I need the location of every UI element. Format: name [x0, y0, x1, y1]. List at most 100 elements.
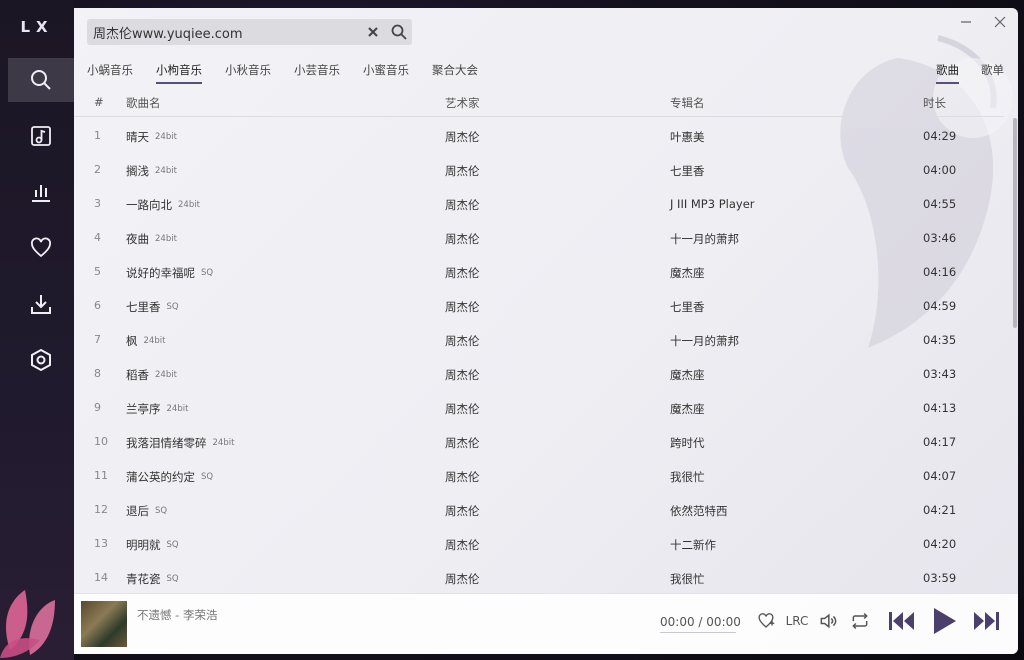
row-album[interactable]: 魔杰座 [670, 401, 705, 417]
row-artist[interactable]: 周杰伦 [445, 129, 480, 145]
search-icon [31, 70, 51, 90]
song-title: 青花瓷 [126, 572, 161, 586]
row-num: 14 [94, 571, 108, 584]
table-row[interactable]: 14 青花瓷 SQ 周杰伦 我很忙 03:59 [74, 560, 1004, 594]
music-list-icon [31, 126, 51, 146]
row-album[interactable]: 七里香 [670, 163, 705, 179]
row-num: 9 [94, 401, 101, 414]
row-artist[interactable]: 周杰伦 [445, 299, 480, 315]
header-album[interactable]: 专辑名 [670, 95, 705, 111]
row-album[interactable]: 跨时代 [670, 435, 705, 451]
skip-previous-icon [889, 612, 914, 630]
progress-bar[interactable] [660, 632, 736, 633]
header-num: # [94, 95, 104, 109]
row-duration: 03:59 [923, 571, 957, 585]
row-artist[interactable]: 周杰伦 [445, 197, 480, 213]
table-row[interactable]: 4 夜曲 24bit 周杰伦 十一月的萧邦 03:46 [74, 220, 1004, 254]
tab-songs[interactable]: 歌曲 [936, 62, 959, 84]
table-row[interactable]: 7 枫 24bit 周杰伦 十一月的萧邦 04:35 [74, 322, 1004, 356]
table-row[interactable]: 12 退后 SQ 周杰伦 依然范特西 04:21 [74, 492, 1004, 526]
tab-source-1[interactable]: 小蜗音乐 [87, 62, 133, 84]
row-album[interactable]: 我很忙 [670, 571, 705, 587]
table-row[interactable]: 11 蒲公英的约定 SQ 周杰伦 我很忙 04:07 [74, 458, 1004, 492]
row-artist[interactable]: 周杰伦 [445, 401, 480, 417]
app-window: LX 周杰伦www.yuqiee.com 小蜗音乐 小枸音乐 小秋音乐 小芸音乐… [0, 0, 1024, 660]
table-row[interactable]: 13 明明就 SQ 周杰伦 十二新作 04:20 [74, 526, 1004, 560]
row-album[interactable]: 七里香 [670, 299, 705, 315]
tab-source-2[interactable]: 小枸音乐 [156, 62, 202, 84]
table-row[interactable]: 2 搁浅 24bit 周杰伦 七里香 04:00 [74, 152, 1004, 186]
row-artist[interactable]: 周杰伦 [445, 435, 480, 451]
row-artist[interactable]: 周杰伦 [445, 469, 480, 485]
row-artist[interactable]: 周杰伦 [445, 265, 480, 281]
row-num: 2 [94, 163, 101, 176]
table-row[interactable]: 9 兰亭序 24bit 周杰伦 魔杰座 04:13 [74, 390, 1004, 424]
sidebar-item-favorites[interactable] [8, 226, 74, 270]
quality-badge: SQ [201, 472, 214, 482]
row-album[interactable]: 十一月的萧邦 [670, 231, 739, 247]
table-row[interactable]: 6 七里香 SQ 周杰伦 七里香 04:59 [74, 288, 1004, 322]
table-row[interactable]: 3 一路向北 24bit 周杰伦 J III MP3 Player 04:55 [74, 186, 1004, 220]
row-artist[interactable]: 周杰伦 [445, 571, 480, 587]
row-album[interactable]: 魔杰座 [670, 265, 705, 281]
list-scrollbar[interactable] [1013, 118, 1017, 328]
minimize-button[interactable] [958, 14, 974, 30]
download-icon [31, 295, 51, 314]
next-track-button[interactable] [972, 609, 1000, 633]
sidebar-item-leaderboard[interactable] [8, 170, 74, 214]
tab-playlists[interactable]: 歌单 [981, 62, 1004, 84]
row-artist[interactable]: 周杰伦 [445, 367, 480, 383]
sidebar-item-settings[interactable] [8, 338, 74, 382]
clear-search-button[interactable] [360, 19, 386, 45]
header-artist[interactable]: 艺术家 [445, 95, 480, 111]
row-album[interactable]: 我很忙 [670, 469, 705, 485]
tab-source-6[interactable]: 聚合大会 [432, 62, 478, 84]
skip-next-icon [974, 612, 999, 630]
search-button[interactable] [386, 19, 412, 45]
row-album[interactable]: 叶惠美 [670, 129, 705, 145]
row-song-name: 我落泪情绪零碎 24bit [126, 435, 234, 451]
album-art[interactable] [81, 601, 127, 647]
row-album[interactable]: 魔杰座 [670, 367, 705, 383]
row-album[interactable]: 依然范特西 [670, 503, 728, 519]
sidebar-item-songlist[interactable] [8, 114, 74, 158]
tab-source-4[interactable]: 小芸音乐 [294, 62, 340, 84]
row-album[interactable]: 十一月的萧邦 [670, 333, 739, 349]
repeat-mode-button[interactable] [850, 611, 870, 631]
row-song-name: 一路向北 24bit [126, 197, 200, 213]
play-button[interactable] [930, 607, 958, 635]
row-album[interactable]: 十二新作 [670, 537, 716, 553]
row-artist[interactable]: 周杰伦 [445, 163, 480, 179]
table-header: # 歌曲名 艺术家 专辑名 时长 [74, 90, 1004, 117]
favorite-button[interactable] [756, 611, 776, 631]
lyrics-button[interactable]: LRC [786, 611, 809, 631]
row-song-name: 说好的幸福呢 SQ [126, 265, 213, 281]
row-artist[interactable]: 周杰伦 [445, 231, 480, 247]
row-song-name: 枫 24bit [126, 333, 165, 349]
sidebar-item-download[interactable] [8, 282, 74, 326]
song-title: 枫 [126, 334, 138, 348]
row-artist[interactable]: 周杰伦 [445, 333, 480, 349]
volume-button[interactable] [818, 611, 838, 631]
table-row[interactable]: 1 晴天 24bit 周杰伦 叶惠美 04:29 [74, 118, 1004, 152]
row-artist[interactable]: 周杰伦 [445, 537, 480, 553]
table-row[interactable]: 5 说好的幸福呢 SQ 周杰伦 魔杰座 04:16 [74, 254, 1004, 288]
header-name[interactable]: 歌曲名 [126, 95, 161, 111]
search-input[interactable] [87, 19, 360, 45]
previous-track-button[interactable] [888, 609, 916, 633]
table-row[interactable]: 10 我落泪情绪零碎 24bit 周杰伦 跨时代 04:17 [74, 424, 1004, 458]
tab-source-5[interactable]: 小蜜音乐 [363, 62, 409, 84]
close-window-button[interactable] [992, 14, 1008, 30]
row-artist[interactable]: 周杰伦 [445, 503, 480, 519]
row-song-name: 搁浅 24bit [126, 163, 177, 179]
header-duration[interactable]: 时长 [923, 95, 946, 111]
row-album[interactable]: J III MP3 Player [670, 197, 755, 211]
now-playing-track[interactable]: 不遗憾 - 李荣浩 [137, 607, 217, 623]
play-icon [934, 608, 956, 634]
sidebar-item-search[interactable] [8, 58, 74, 102]
table-row[interactable]: 8 稻香 24bit 周杰伦 魔杰座 03:43 [74, 356, 1004, 390]
row-num: 7 [94, 333, 101, 346]
tab-source-3[interactable]: 小秋音乐 [225, 62, 271, 84]
row-song-name: 青花瓷 SQ [126, 571, 179, 587]
quality-badge: 24bit [155, 370, 177, 380]
